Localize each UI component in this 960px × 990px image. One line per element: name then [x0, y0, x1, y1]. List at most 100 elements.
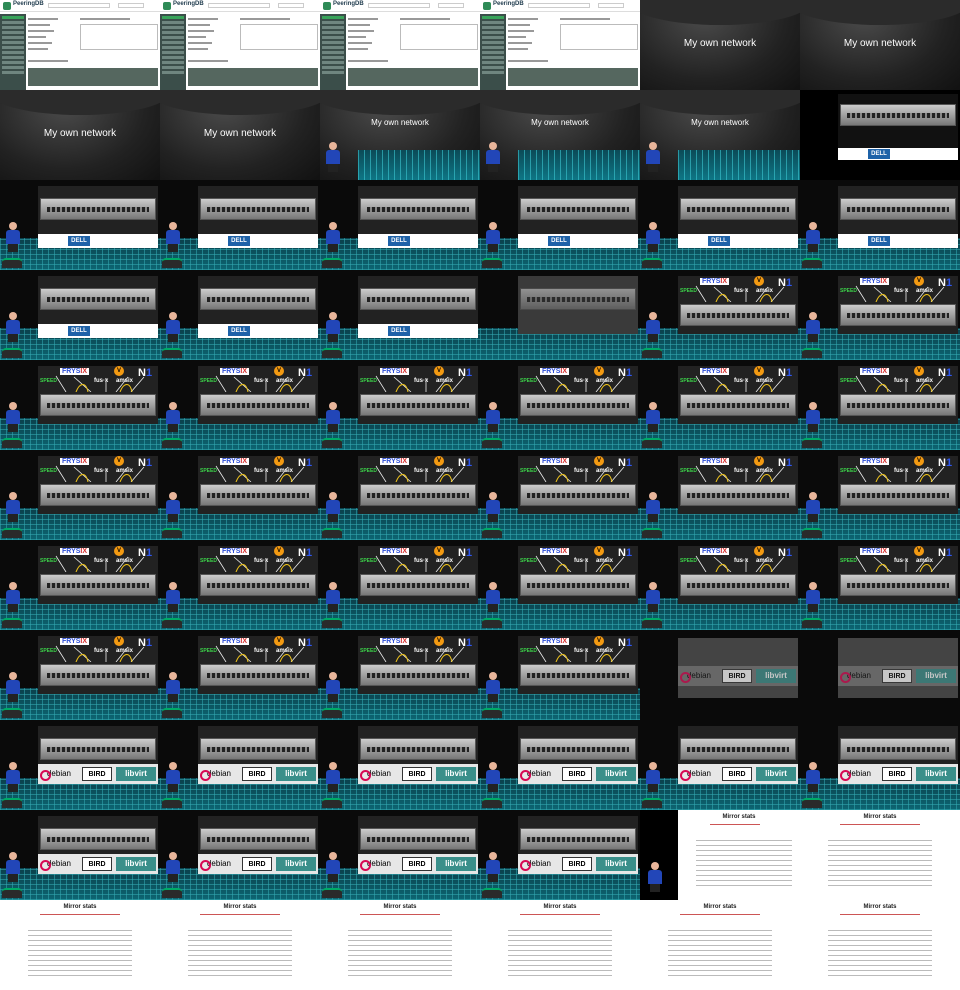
speaker — [806, 312, 820, 342]
ix-slide-thumbnail[interactable]: SPEED FRYSIX fus·x amsix V N1 — [480, 630, 640, 720]
speaker — [6, 402, 20, 432]
mirror-stats-thumbnail[interactable]: Mirror stats — [640, 810, 800, 900]
mirror-stats-thumbnail[interactable]: Mirror stats — [0, 900, 160, 990]
podium — [642, 348, 662, 358]
search-field — [48, 3, 110, 8]
rack-slide-thumbnail[interactable]: DELL — [800, 180, 960, 270]
server-rack — [40, 288, 156, 310]
bird-logo: BIRD — [402, 857, 432, 871]
podium — [482, 708, 502, 718]
ix-slide-thumbnail[interactable]: SPEED FRYSIX fus·x amsix V N1 — [480, 360, 640, 450]
software-slide-thumbnail[interactable]: debian BIRD libvirt — [160, 810, 320, 900]
ix-slide-thumbnail[interactable]: SPEED FRYSIX fus·x amsix V N1 — [320, 450, 480, 540]
podium — [2, 798, 22, 808]
title-slide-thumbnail[interactable]: My own network — [640, 90, 800, 180]
mirror-stats-thumbnail[interactable]: Mirror stats — [480, 900, 640, 990]
peeringdb-content — [28, 16, 158, 88]
software-slide-thumbnail[interactable]: debian BIRD libvirt — [640, 720, 800, 810]
ix-slide-thumbnail[interactable]: SPEED FRYSIX fus·x amsix V N1 — [640, 270, 800, 360]
mirror-stats-thumbnail[interactable]: Mirror stats — [320, 900, 480, 990]
title-slide-thumbnail[interactable]: My own network — [0, 90, 160, 180]
software-slide-thumbnail[interactable]: debian BIRD libvirt — [320, 810, 480, 900]
podium — [2, 438, 22, 448]
rack-slide-thumbnail[interactable]: DELL — [480, 180, 640, 270]
rack-slide-thumbnail[interactable]: DELL — [320, 270, 480, 360]
server-rack — [360, 198, 476, 220]
podium — [642, 618, 662, 628]
title-slide-thumbnail[interactable]: My own network — [320, 90, 480, 180]
peeringdb-thumbnail[interactable]: PeeringDB — [0, 0, 160, 90]
ix-slide-thumbnail[interactable]: SPEED FRYSIX fus·x amsix V N1 — [800, 450, 960, 540]
connection-arrows — [695, 465, 785, 482]
ix-slide-thumbnail[interactable]: SPEED FRYSIX fus·x amsix V N1 — [160, 450, 320, 540]
mirror-stats-thumbnail[interactable]: Mirror stats — [160, 900, 320, 990]
server-rack — [840, 574, 956, 596]
ix-slide-thumbnail[interactable]: SPEED FRYSIX fus·x amsix V N1 — [0, 630, 160, 720]
software-slide-thumbnail[interactable]: debian BIRD libvirt — [480, 720, 640, 810]
software-logos: debian BIRD libvirt — [678, 764, 798, 784]
rack-slide-thumbnail[interactable]: DELL — [0, 270, 160, 360]
title-slide-thumbnail[interactable]: My own network — [480, 90, 640, 180]
ix-slide-thumbnail[interactable]: SPEED FRYSIX fus·x amsix V N1 — [480, 540, 640, 630]
ix-slide-thumbnail[interactable]: SPEED FRYSIX fus·x amsix V N1 — [160, 630, 320, 720]
debian-logo: debian — [360, 767, 398, 781]
title-slide-thumbnail[interactable]: My own network — [800, 0, 960, 90]
software-slide-thumbnail[interactable]: debian BIRD libvirt — [320, 720, 480, 810]
rack-slide-thumbnail[interactable]: DELL — [800, 90, 960, 180]
rack-slide-thumbnail[interactable]: DELL — [160, 270, 320, 360]
ix-slide-thumbnail[interactable]: SPEED FRYSIX fus·x amsix V N1 — [160, 360, 320, 450]
podium — [322, 618, 342, 628]
mirror-stats-thumbnail[interactable]: Mirror stats — [800, 810, 960, 900]
mirror-stats-table — [188, 926, 292, 980]
speaker — [166, 762, 180, 792]
ix-slide-thumbnail[interactable]: SPEED FRYSIX fus·x amsix V N1 — [0, 360, 160, 450]
slide-background-wave — [640, 90, 800, 115]
ix-slide-thumbnail[interactable]: SPEED FRYSIX fus·x amsix V N1 — [640, 450, 800, 540]
speaker — [486, 402, 500, 432]
rack-slide-thumbnail[interactable]: DELL — [0, 180, 160, 270]
debian-logo: debian — [200, 767, 238, 781]
mirror-stats-thumbnail[interactable]: Mirror stats — [640, 900, 800, 990]
software-slide-thumbnail[interactable]: debian BIRD libvirt — [0, 810, 160, 900]
rack-slide-thumbnail[interactable]: DELL — [640, 180, 800, 270]
ix-slide-thumbnail[interactable]: SPEED FRYSIX fus·x amsix V N1 — [320, 540, 480, 630]
podium — [482, 528, 502, 538]
bird-logo: BIRD — [722, 767, 752, 781]
ix-slide-thumbnail[interactable]: SPEED FRYSIX fus·x amsix V N1 — [800, 360, 960, 450]
peeringdb-thumbnail[interactable]: PeeringDB — [480, 0, 640, 90]
software-slide-thumbnail[interactable]: debian BIRD libvirt — [0, 720, 160, 810]
podium — [642, 528, 662, 538]
debian-logo: debian — [520, 857, 558, 871]
ix-slide-thumbnail[interactable]: SPEED FRYSIX fus·x amsix V N1 — [800, 270, 960, 360]
ix-slide-thumbnail[interactable]: SPEED FRYSIX fus·x amsix V N1 — [640, 360, 800, 450]
software-slide-thumbnail[interactable]: debian BIRD libvirt — [160, 720, 320, 810]
software-slide-thumbnail[interactable]: debian BIRD libvirt — [800, 720, 960, 810]
software-slide-thumbnail[interactable]: debian BIRD libvirt — [640, 630, 800, 720]
slide-background-wave — [0, 90, 160, 115]
rack-slide-thumbnail[interactable]: DELL — [320, 180, 480, 270]
title-slide-thumbnail[interactable]: My own network — [640, 0, 800, 90]
ix-slide-thumbnail[interactable]: SPEED FRYSIX fus·x amsix V N1 — [160, 540, 320, 630]
dell-banner — [358, 324, 478, 338]
slide-title: My own network — [843, 38, 917, 49]
connection-arrows — [375, 375, 465, 392]
ix-slide-thumbnail[interactable]: SPEED FRYSIX fus·x amsix V N1 — [320, 360, 480, 450]
peeringdb-thumbnail[interactable]: PeeringDB — [320, 0, 480, 90]
peeringdb-topbar: PeeringDB — [0, 0, 160, 12]
rack-slide-thumbnail[interactable] — [480, 270, 640, 360]
rack-slide-thumbnail[interactable]: DELL — [160, 180, 320, 270]
podium — [2, 708, 22, 718]
peeringdb-thumbnail[interactable]: PeeringDB — [160, 0, 320, 90]
ix-slide-thumbnail[interactable]: SPEED FRYSIX fus·x amsix V N1 — [640, 540, 800, 630]
title-slide-thumbnail[interactable]: My own network — [160, 90, 320, 180]
ix-slide-thumbnail[interactable]: SPEED FRYSIX fus·x amsix V N1 — [0, 540, 160, 630]
software-slide-thumbnail[interactable]: debian BIRD libvirt — [800, 630, 960, 720]
ix-slide-thumbnail[interactable]: SPEED FRYSIX fus·x amsix V N1 — [0, 450, 160, 540]
ix-slide-thumbnail[interactable]: SPEED FRYSIX fus·x amsix V N1 — [480, 450, 640, 540]
podium — [322, 798, 342, 808]
software-slide-thumbnail[interactable]: debian BIRD libvirt — [480, 810, 640, 900]
mirror-stats-thumbnail[interactable]: Mirror stats — [800, 900, 960, 990]
podium — [642, 798, 662, 808]
ix-slide-thumbnail[interactable]: SPEED FRYSIX fus·x amsix V N1 — [320, 630, 480, 720]
ix-slide-thumbnail[interactable]: SPEED FRYSIX fus·x amsix V N1 — [800, 540, 960, 630]
